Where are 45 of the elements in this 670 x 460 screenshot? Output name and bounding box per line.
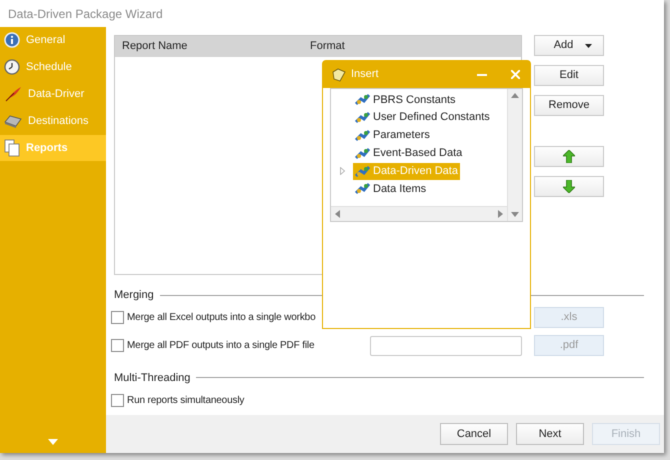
scroll-right-icon[interactable] bbox=[498, 210, 503, 218]
vertical-scrollbar[interactable] bbox=[507, 89, 522, 221]
scroll-left-icon[interactable] bbox=[335, 210, 340, 218]
scroll-down-icon[interactable] bbox=[48, 439, 58, 445]
checkbox[interactable] bbox=[111, 339, 124, 352]
clock-icon bbox=[4, 59, 20, 75]
footer-button[interactable]: Next bbox=[516, 423, 584, 445]
column-header[interactable]: Format bbox=[310, 38, 345, 55]
close-icon[interactable] bbox=[511, 70, 520, 79]
window-title: Data-Driven Package Wizard bbox=[7, 6, 164, 23]
tree-item[interactable]: PBRS Constants bbox=[353, 91, 458, 108]
section-heading: Merging bbox=[114, 288, 154, 303]
up-arrow-icon bbox=[563, 150, 575, 163]
horizontal-scrollbar[interactable] bbox=[331, 206, 507, 221]
move-down-button[interactable] bbox=[534, 176, 604, 197]
tree-item[interactable]: Event-Based Data bbox=[353, 144, 464, 162]
checkbox[interactable] bbox=[111, 311, 124, 324]
move-up-button[interactable] bbox=[534, 146, 604, 167]
column-header[interactable]: Report Name bbox=[115, 38, 310, 55]
extension-field: .xls bbox=[534, 307, 604, 328]
caret-icon bbox=[585, 44, 592, 48]
tree-item[interactable]: Data Items bbox=[353, 180, 428, 198]
section-heading: Multi-Threading bbox=[114, 370, 190, 386]
footer-button[interactable]: Cancel bbox=[440, 423, 508, 445]
tree-item[interactable]: Parameters bbox=[353, 126, 432, 144]
scroll-up-icon[interactable] bbox=[511, 93, 519, 98]
drive-icon bbox=[4, 114, 22, 128]
info-icon bbox=[4, 32, 20, 48]
expand-icon[interactable] bbox=[340, 167, 344, 176]
extension-field: .pdf bbox=[534, 335, 604, 356]
pages-icon bbox=[4, 139, 20, 157]
minimize-icon[interactable] bbox=[477, 74, 487, 76]
tree-item[interactable]: User Defined Constants bbox=[353, 109, 492, 126]
checkbox-label: Run reports simultaneously bbox=[127, 394, 244, 408]
edit-button[interactable]: Edit bbox=[534, 65, 604, 86]
checkbox[interactable] bbox=[111, 394, 124, 406]
down-arrow-icon bbox=[563, 180, 575, 193]
dialog-title: Insert bbox=[351, 67, 379, 82]
scroll-down-icon[interactable] bbox=[511, 212, 519, 217]
add-dropdown-button[interactable]: Add bbox=[534, 35, 604, 56]
file-name-field[interactable] bbox=[370, 336, 522, 356]
checkbox-label: Merge all PDF outputs into a single PDF file bbox=[127, 339, 314, 353]
checkbox-label: Merge all Excel outputs into a single workbo bbox=[127, 311, 316, 325]
feather-icon bbox=[4, 86, 22, 102]
remove-button[interactable]: Remove bbox=[534, 95, 604, 116]
